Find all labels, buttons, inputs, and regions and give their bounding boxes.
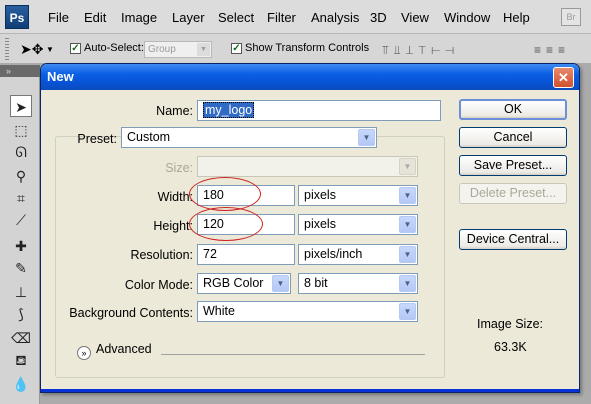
- new-document-dialog: New ✕ Name: my_logo Preset: Custom ▼ Siz…: [40, 63, 580, 393]
- preset-value: Custom: [127, 130, 171, 144]
- width-unit-dropdown[interactable]: pixels ▼: [298, 185, 418, 206]
- resolution-unit-value: pixels/inch: [304, 247, 363, 261]
- menu-image[interactable]: Image: [121, 10, 157, 25]
- chevron-down-icon: ▼: [197, 43, 210, 56]
- save-preset-button[interactable]: Save Preset...: [459, 155, 567, 176]
- cancel-button[interactable]: Cancel: [459, 127, 567, 148]
- bit-depth-value: 8 bit: [304, 276, 328, 290]
- chevron-down-icon: ▼: [399, 275, 416, 292]
- chevron-down-icon: ▼: [399, 303, 416, 320]
- paint-bucket-icon[interactable]: ⛾: [10, 349, 32, 371]
- resolution-label: Resolution:: [130, 248, 193, 262]
- advanced-divider: [161, 354, 425, 355]
- eyedropper-icon[interactable]: ⟋: [10, 209, 32, 231]
- height-unit-value: pixels: [304, 217, 336, 231]
- resolution-value: 72: [203, 247, 217, 261]
- blur-tool-icon[interactable]: 💧: [10, 373, 32, 395]
- name-field[interactable]: my_logo: [197, 100, 441, 121]
- name-value: my_logo: [203, 102, 255, 118]
- photoshop-logo: Ps: [5, 5, 29, 29]
- auto-select-label: Auto-Select:: [84, 42, 144, 54]
- background-contents-dropdown[interactable]: White ▼: [197, 301, 418, 322]
- preset-label: Preset:: [77, 132, 117, 146]
- align-icons[interactable]: ⫪⫫⊥⊤⊢⊣: [382, 43, 459, 58]
- size-label: Size:: [165, 161, 193, 175]
- close-button[interactable]: ✕: [553, 67, 574, 88]
- menu-window[interactable]: Window: [444, 10, 490, 25]
- clone-stamp-icon[interactable]: ⊥: [10, 281, 32, 303]
- color-mode-label: Color Mode:: [124, 278, 193, 292]
- chevron-down-icon: ▼: [358, 129, 375, 146]
- crop-tool-icon[interactable]: ⌗: [10, 187, 32, 209]
- color-mode-dropdown[interactable]: RGB Color ▼: [197, 273, 291, 294]
- tools-panel: ➤ ⬚ ᘏ ⚲ ⌗ ⟋ ✚ ✎ ⊥ ⟆ ⌫ ⛾ 💧: [0, 77, 40, 404]
- background-contents-label: Background Contents:: [69, 306, 193, 320]
- image-size-label: Image Size:: [477, 317, 544, 331]
- options-bar: ➤✥ ▼ ✓ Auto-Select: Group ▼ ✓ Show Trans…: [0, 34, 591, 64]
- chevron-down-icon: ▼: [399, 187, 416, 204]
- auto-select-checkbox[interactable]: ✓: [70, 43, 81, 54]
- width-unit-value: pixels: [304, 188, 336, 202]
- tool-panel-header[interactable]: »: [0, 65, 40, 77]
- dialog-title: New: [47, 69, 74, 84]
- image-size-value: 63.3K: [494, 340, 527, 354]
- eraser-tool-icon[interactable]: ⌫: [10, 327, 32, 349]
- ok-button[interactable]: OK: [459, 99, 567, 120]
- advanced-label[interactable]: Advanced: [96, 342, 152, 356]
- menu-edit[interactable]: Edit: [84, 10, 106, 25]
- marquee-tool-icon[interactable]: ⬚: [10, 119, 32, 141]
- name-label: Name:: [156, 104, 193, 118]
- menu-select[interactable]: Select: [218, 10, 254, 25]
- height-annotation-oval: [189, 207, 263, 241]
- chevron-down-icon[interactable]: ▼: [46, 45, 54, 54]
- color-mode-value: RGB Color: [203, 276, 264, 290]
- chevron-down-icon: ▼: [399, 158, 416, 175]
- options-grip[interactable]: [5, 38, 9, 60]
- menu-bar: Ps File Edit Image Layer Select Filter A…: [0, 0, 591, 34]
- auto-select-value: Group: [148, 44, 176, 55]
- chevron-down-icon: ▼: [399, 246, 416, 263]
- size-dropdown[interactable]: ▼: [197, 156, 418, 177]
- delete-preset-button[interactable]: Delete Preset...: [459, 183, 567, 204]
- dialog-bottom-edge: [41, 389, 579, 392]
- magic-wand-icon[interactable]: ⚲: [10, 165, 32, 187]
- resolution-field[interactable]: 72: [197, 244, 295, 265]
- menu-analysis[interactable]: Analysis: [311, 10, 359, 25]
- height-unit-dropdown[interactable]: pixels ▼: [298, 214, 418, 235]
- show-transform-checkbox[interactable]: ✓: [231, 43, 242, 54]
- history-brush-icon[interactable]: ⟆: [10, 303, 32, 325]
- move-tool-icon[interactable]: ➤✥: [20, 41, 43, 58]
- distribute-icons[interactable]: ≡≡≡: [534, 43, 570, 57]
- preset-dropdown[interactable]: Custom ▼: [121, 127, 377, 148]
- device-central-button[interactable]: Device Central...: [459, 229, 567, 250]
- chevron-down-icon: ▼: [272, 275, 289, 292]
- move-tool-icon[interactable]: ➤: [10, 95, 32, 117]
- auto-select-dropdown[interactable]: Group ▼: [144, 41, 212, 58]
- menu-view[interactable]: View: [401, 10, 429, 25]
- dialog-titlebar[interactable]: New ✕: [41, 64, 579, 90]
- resolution-unit-dropdown[interactable]: pixels/inch ▼: [298, 244, 418, 265]
- bit-depth-dropdown[interactable]: 8 bit ▼: [298, 273, 418, 294]
- background-contents-value: White: [203, 304, 235, 318]
- menu-help[interactable]: Help: [503, 10, 530, 25]
- menu-file[interactable]: File: [48, 10, 69, 25]
- lasso-tool-icon[interactable]: ᘏ: [10, 141, 32, 163]
- height-label: Height:: [153, 219, 193, 233]
- menu-3d[interactable]: 3D: [370, 10, 387, 25]
- width-annotation-oval: [189, 177, 261, 211]
- brush-tool-icon[interactable]: ✎: [10, 257, 32, 279]
- width-label: Width:: [157, 190, 193, 204]
- advanced-toggle-icon[interactable]: »: [77, 346, 91, 360]
- chevron-down-icon: ▼: [399, 216, 416, 233]
- bridge-icon[interactable]: Br: [561, 8, 581, 26]
- menu-layer[interactable]: Layer: [172, 10, 205, 25]
- healing-brush-icon[interactable]: ✚: [10, 235, 32, 257]
- show-transform-label: Show Transform Controls: [245, 42, 370, 54]
- menu-filter[interactable]: Filter: [267, 10, 296, 25]
